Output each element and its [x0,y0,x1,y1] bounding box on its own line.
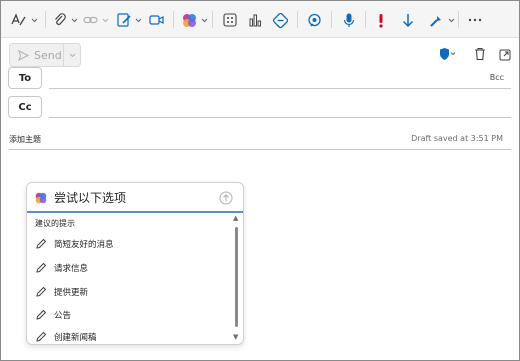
format-text-icon [11,13,26,26]
suggestion-item[interactable]: 提供更新 [35,284,88,300]
pencil-icon [36,286,47,297]
divider [297,11,298,28]
insights-button[interactable] [247,10,263,30]
suggestion-item[interactable]: 简短友好的消息 [35,236,114,252]
signature-icon [117,13,131,27]
copilot-icon [35,192,47,204]
bar-chart-icon [249,14,261,27]
suggestion-label: 提供更新 [54,288,89,298]
suggestion-item[interactable]: 请求信息 [35,260,88,276]
divider [365,11,366,28]
send-options-dropdown[interactable] [64,53,80,58]
suggestion-item[interactable]: 公告 [35,307,71,323]
apps-button[interactable] [222,10,238,30]
scroll-up-icon[interactable]: ▲ [233,214,238,222]
divider [458,11,459,28]
chevron-down-icon [448,18,455,22]
copilot-prompt-box[interactable]: 尝试以下选项 [27,183,243,213]
trash-icon [475,47,485,61]
pencil-icon [36,262,47,273]
chevron-down-icon [102,18,109,22]
send-button[interactable]: Send [10,44,64,66]
microphone-icon [343,13,355,27]
pop-out-icon [499,49,511,61]
subject-underline [9,149,511,150]
link-icon [83,16,98,24]
copilot-popup: 尝试以下选项 建议的提示 ▲ ▼ 简短友好的消息 请求信息 提供更新 公告 创建… [26,182,244,345]
sensitivity-button[interactable] [428,10,455,30]
suggestion-label: 简短友好的消息 [54,240,114,250]
scrollbar-thumb[interactable] [235,227,238,327]
pencil-icon [36,309,47,320]
cc-button[interactable]: Cc [8,96,42,118]
exclamation-icon [379,13,383,28]
chevron-down-icon [135,18,142,22]
loop-icon [272,12,289,28]
loop-button[interactable] [272,10,289,30]
dictate-button[interactable] [342,10,356,30]
draft-status: Draft saved at 3:51 PM [411,134,503,143]
scroll-down-icon[interactable]: ▼ [233,333,238,341]
pencil-icon [36,238,47,249]
suggestion-label: 创建新闻稿 [54,333,97,343]
divider [331,11,332,28]
suggestion-label: 公告 [54,311,72,321]
discard-button[interactable] [473,46,487,65]
high-importance-button[interactable] [375,10,387,30]
chevron-down-icon [31,18,38,22]
arrow-down-icon [402,13,414,27]
cc-field[interactable] [49,117,511,118]
pencil-icon [36,331,47,342]
suggestion-label: 请求信息 [54,264,89,274]
shield-icon [440,48,456,60]
send-icon [18,49,29,61]
link-button[interactable] [82,10,109,30]
copilot-prompt-input[interactable]: 尝试以下选项 [54,189,126,206]
pop-out-button[interactable] [499,46,511,65]
copilot-icon [183,13,196,27]
subject-input[interactable]: 添加主题 [9,134,41,145]
suggestion-item[interactable]: 创建新闻稿 [35,329,97,344]
immersive-reader-button[interactable] [306,10,323,30]
more-options-button[interactable] [467,10,483,30]
chevron-down-icon [201,18,208,22]
chevron-down-icon [69,53,75,57]
divider [45,11,46,28]
paperclip-icon [55,13,66,25]
send-label: Send [34,48,62,62]
divider [212,11,213,28]
chevron-down-icon [71,18,78,22]
compose-window: Send To Bcc Cc 添加主题 Draft saved at 3:51 … [0,0,520,361]
low-importance-button[interactable] [401,10,415,30]
divider [173,11,174,28]
to-button[interactable]: To [8,67,42,89]
signature-button[interactable] [116,10,142,30]
sensitivity-label-button[interactable] [439,46,457,65]
attach-button[interactable] [52,10,78,30]
format-painter-button[interactable] [10,10,38,30]
apps-grid-icon [223,13,237,27]
bcc-link[interactable]: Bcc [490,73,504,82]
ribbon-toolbar [1,1,519,38]
meeting-button[interactable] [148,10,165,30]
to-field[interactable] [49,88,511,89]
suggestions-heading: 建议的提示 [35,219,75,228]
search-chat-icon [308,13,321,26]
more-horizontal-icon [468,18,482,22]
video-camera-icon [149,15,164,25]
send-split-button: Send [9,43,81,67]
arrow-up-circle-icon[interactable] [219,191,233,205]
copilot-button[interactable] [181,10,208,30]
brush-icon [430,15,441,27]
